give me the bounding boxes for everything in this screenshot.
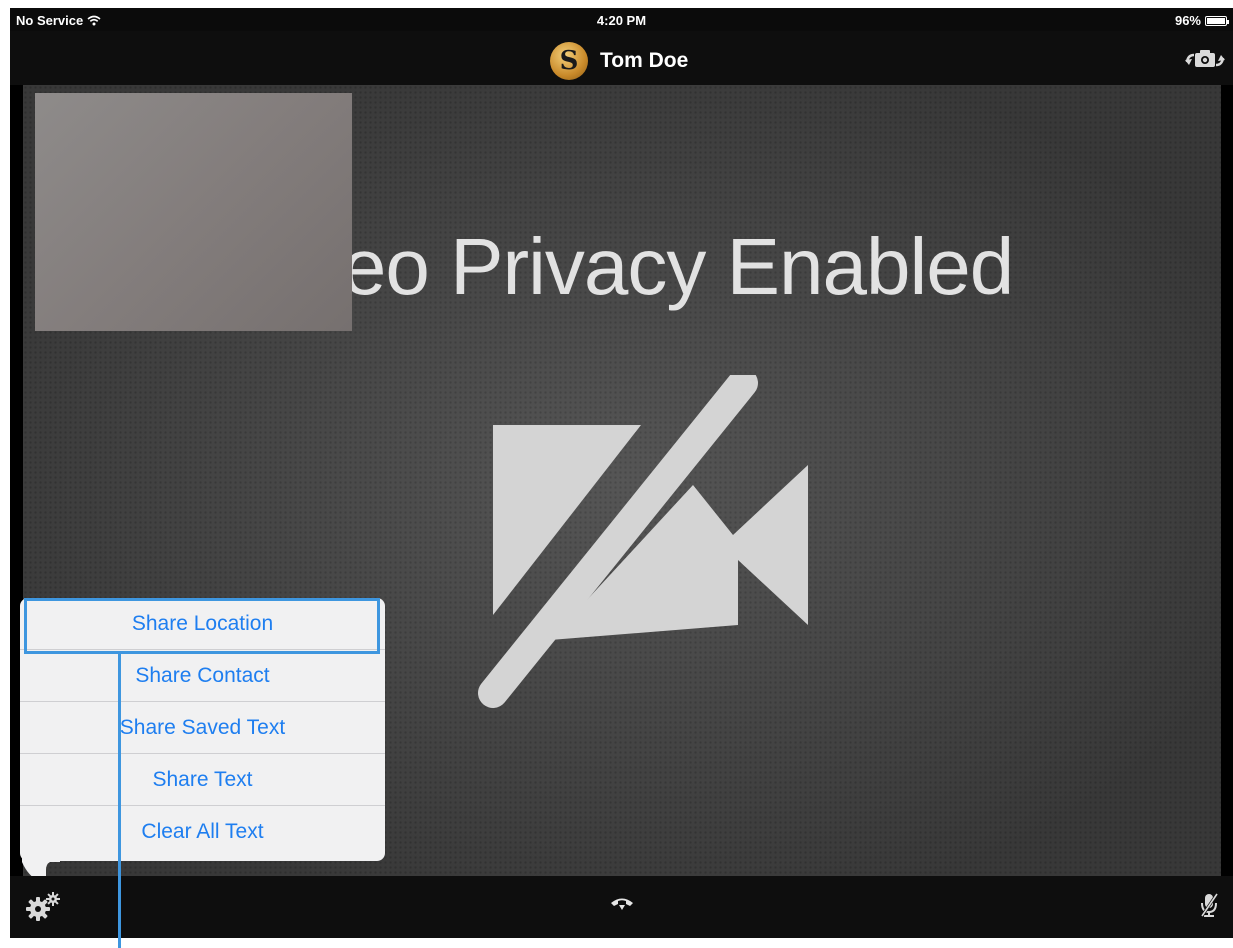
caller-info: S Tom Doe: [550, 42, 688, 80]
battery-percent: 96%: [1174, 13, 1201, 28]
share-contact-item[interactable]: Share Contact: [20, 650, 385, 702]
self-view-preview: [35, 93, 352, 331]
menu-item-label: Share Contact: [135, 663, 270, 687]
menu-item-label: Share Saved Text: [119, 715, 286, 739]
callout-highlight: [24, 598, 380, 654]
battery-icon: [1205, 15, 1229, 26]
call-toolbar: [10, 876, 1233, 938]
gear-icon: [26, 892, 60, 921]
hang-up-button[interactable]: [610, 894, 634, 917]
video-off-icon: [478, 375, 808, 708]
clear-all-text-item[interactable]: Clear All Text: [20, 806, 385, 858]
status-right: 96%: [1174, 13, 1229, 28]
contact-name: Tom Doe: [600, 49, 689, 72]
app-logo: S: [550, 42, 588, 80]
microphone-mute-icon: [1200, 893, 1219, 917]
device-screen: No Service 4:20 PM 96% S Tom Doe Video P…: [10, 8, 1233, 938]
status-time: 4:20 PM: [596, 13, 647, 28]
status-bar: No Service 4:20 PM 96%: [10, 8, 1233, 31]
switch-camera-icon: [1185, 50, 1225, 67]
menu-item-label: Share Text: [152, 767, 253, 791]
share-text-item[interactable]: Share Text: [20, 754, 385, 806]
settings-button[interactable]: [26, 892, 62, 927]
hang-up-icon: [611, 898, 633, 910]
callout-leader-line: [118, 654, 121, 948]
share-saved-text-item[interactable]: Share Saved Text: [20, 702, 385, 754]
call-header: S Tom Doe: [10, 31, 1233, 85]
mute-button[interactable]: [1199, 892, 1219, 923]
switch-camera-button[interactable]: [1185, 46, 1225, 77]
menu-item-label: Clear All Text: [141, 820, 264, 843]
